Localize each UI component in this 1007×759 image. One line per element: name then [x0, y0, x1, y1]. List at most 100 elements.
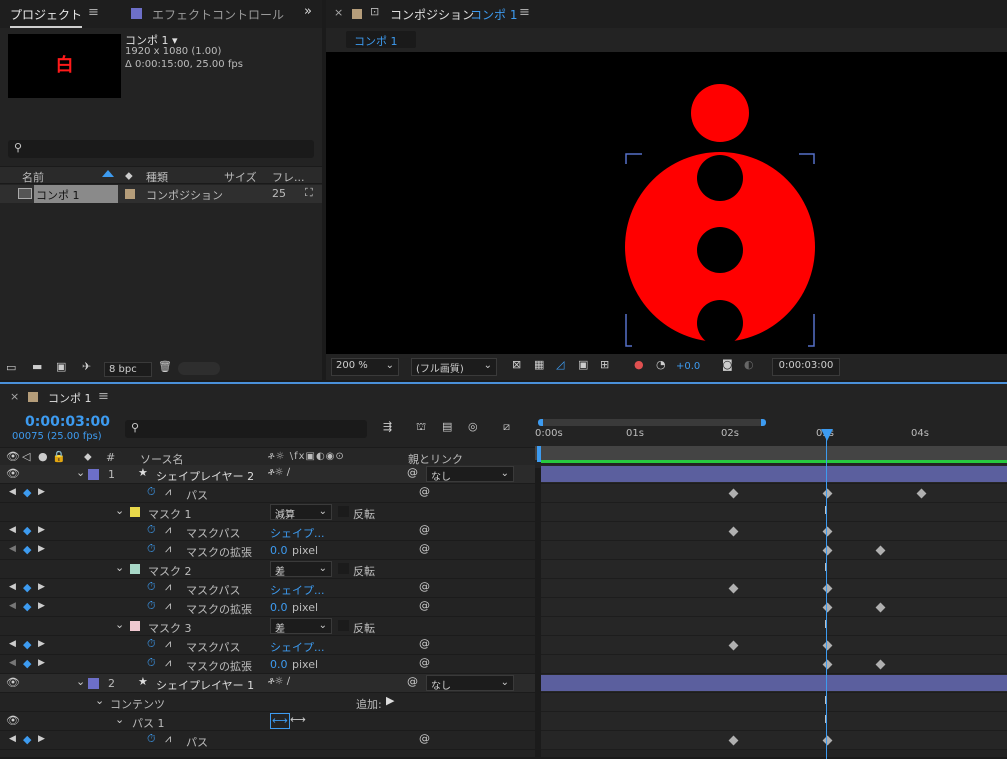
bpc-button[interactable]: 8 bpc: [104, 362, 152, 377]
collapse-chevron-icon[interactable]: ⌄: [115, 618, 124, 631]
mask-shape-value[interactable]: シェイプ...: [270, 639, 325, 655]
snapshot-icon[interactable]: ◙: [722, 358, 733, 371]
work-area-bar[interactable]: [538, 419, 766, 426]
maskpath3-row[interactable]: ◀ ◆ ▶ ⏱ ⩘ マスクパス シェイプ... @: [0, 636, 535, 655]
path1-group-row[interactable]: 👁 ⌄ パス 1 ⟷ ⟷: [0, 712, 535, 731]
comp-tab-title[interactable]: コンポジション: [390, 6, 474, 23]
keyframe-add-icon[interactable]: ◆: [23, 524, 31, 537]
keyframe-add-icon[interactable]: ◆: [23, 600, 31, 613]
region-of-interest-icon[interactable]: ▣: [578, 358, 588, 371]
layer-duration-bar-2[interactable]: [541, 675, 1007, 691]
prev-keyframe-icon[interactable]: ◀: [9, 544, 16, 554]
keyframe[interactable]: [728, 640, 739, 651]
keyframe[interactable]: [822, 526, 833, 537]
collapse-chevron-icon[interactable]: ⌄: [115, 504, 124, 517]
pickwhip-icon[interactable]: @: [407, 466, 418, 479]
graph-icon[interactable]: ⩘: [165, 732, 171, 746]
invert-checkbox[interactable]: [338, 620, 349, 631]
next-keyframe-icon[interactable]: ▶: [38, 544, 45, 554]
project-search-input[interactable]: ⚲: [8, 140, 314, 158]
graph-icon[interactable]: ⩘: [165, 542, 171, 556]
graph-icon[interactable]: ⩘: [165, 485, 171, 499]
prev-keyframe-icon[interactable]: ◀: [9, 639, 16, 649]
guides-icon[interactable]: ⊞: [600, 358, 609, 371]
collapse-chevron-icon[interactable]: ⌄: [76, 466, 85, 479]
frame-blending-icon[interactable]: ▤: [442, 420, 452, 433]
mask-mode-dropdown[interactable]: 減算 ⌄: [270, 504, 332, 521]
keyframe-add-icon[interactable]: ◆: [23, 638, 31, 651]
project-item-label-color[interactable]: [125, 189, 135, 199]
project-item-name[interactable]: コンポ 1: [34, 185, 118, 203]
timeline-tab[interactable]: コンポ 1: [48, 390, 92, 406]
layer-duration-bar-1[interactable]: [541, 466, 1007, 482]
graph-icon[interactable]: ⩘: [165, 637, 171, 651]
render-queue-icon[interactable]: ✈: [82, 360, 91, 373]
maskexp1-row[interactable]: ◀ ◆ ▶ ⏱ ⩘ マスクの拡張 0.0 pixel @: [0, 541, 535, 560]
pickwhip-icon[interactable]: @: [407, 675, 418, 688]
timeline-search-input[interactable]: ⚲: [125, 420, 367, 438]
thumbnail-slider[interactable]: [178, 362, 220, 375]
draft-3d-icon[interactable]: ⛫: [416, 420, 426, 435]
col-frame-header[interactable]: フレ...: [272, 169, 305, 185]
keyframe-add-icon[interactable]: ◆: [23, 581, 31, 594]
solo-switch-icon[interactable]: ●: [38, 450, 48, 463]
sort-ascending-icon[interactable]: [102, 170, 114, 177]
new-folder-icon[interactable]: ▬: [32, 360, 42, 373]
video-switch-icon[interactable]: 👁: [6, 450, 20, 463]
exposure-reset-icon[interactable]: ◔: [656, 358, 666, 371]
expression-pickwhip-icon[interactable]: @: [419, 656, 430, 669]
collapse-chevron-icon[interactable]: ⌄: [115, 713, 124, 726]
layer-name[interactable]: シェイプレイヤー 2: [156, 468, 254, 484]
mask-name[interactable]: マスク 1: [148, 506, 192, 522]
add-play-icon[interactable]: ▶: [386, 694, 394, 707]
visibility-eye-icon[interactable]: 👁: [6, 467, 20, 480]
mask-color-swatch[interactable]: [130, 507, 140, 517]
keyframe[interactable]: [875, 602, 886, 613]
expression-pickwhip-icon[interactable]: @: [419, 542, 430, 555]
layer-label-color[interactable]: [88, 469, 99, 480]
timeline-menu-icon[interactable]: ≡: [98, 389, 109, 404]
tab-project[interactable]: プロジェクト: [10, 6, 83, 28]
next-keyframe-icon[interactable]: ▶: [38, 601, 45, 611]
label-tag-icon[interactable]: ⬥: [125, 169, 133, 183]
expression-pickwhip-icon[interactable]: @: [419, 485, 430, 498]
mask2-row[interactable]: ⌄ マスク 2 差 ⌄ 反転: [0, 560, 535, 579]
contents-row[interactable]: ⌄ コンテンツ 追加: ▶: [0, 693, 535, 712]
stopwatch-icon[interactable]: ⏱: [147, 637, 156, 651]
new-comp-icon[interactable]: ▣: [56, 360, 66, 373]
next-keyframe-icon[interactable]: ▶: [38, 658, 45, 668]
visibility-eye-icon[interactable]: 👁: [6, 676, 20, 689]
layer-row-1[interactable]: 👁 ⌄ 1 ★ シェイプレイヤー 2 ቶ☼ ∕ @ なし ⌄: [0, 465, 535, 484]
graph-icon[interactable]: ⩘: [165, 599, 171, 613]
path-direction-icon[interactable]: ⟷: [270, 713, 290, 729]
next-keyframe-icon[interactable]: ▶: [38, 734, 45, 744]
stopwatch-icon[interactable]: ⏱: [147, 732, 156, 746]
stopwatch-icon[interactable]: ⏱: [147, 599, 156, 613]
layer-label-color[interactable]: [88, 678, 99, 689]
keyframe[interactable]: [728, 488, 739, 499]
mask-mode-dropdown[interactable]: 差 ⌄: [270, 618, 332, 635]
parent-dropdown[interactable]: なし ⌄: [426, 675, 514, 692]
collapse-chevron-icon[interactable]: ⌄: [76, 675, 85, 688]
keyframe-add-icon[interactable]: ◆: [23, 486, 31, 499]
graph-icon[interactable]: ⩘: [165, 523, 171, 537]
maskpath2-row[interactable]: ◀ ◆ ▶ ⏱ ⩘ マスクパス シェイプ... @: [0, 579, 535, 598]
comp-menu-icon[interactable]: ≡: [519, 5, 530, 20]
stopwatch-icon[interactable]: ⏱: [147, 542, 156, 556]
mask-shape-value[interactable]: シェイプ...: [270, 582, 325, 598]
mask-color-swatch[interactable]: [130, 564, 140, 574]
keyframe[interactable]: [728, 526, 739, 537]
project-menu-icon[interactable]: ≡: [88, 5, 99, 20]
label-header-icon[interactable]: ⬥: [84, 450, 92, 464]
keyframe-add-icon[interactable]: ◆: [23, 733, 31, 746]
trash-icon[interactable]: 🗑: [158, 360, 172, 373]
audio-switch-icon[interactable]: ◁: [22, 450, 30, 463]
next-keyframe-icon[interactable]: ▶: [38, 525, 45, 535]
path-row[interactable]: ◀ ◆ ▶ ⏱ ⩘ パス @: [0, 484, 535, 503]
channel-icon[interactable]: ●: [634, 358, 644, 371]
exposure-value[interactable]: +0.0: [676, 361, 700, 372]
keyframe[interactable]: [916, 488, 927, 499]
quality-dropdown[interactable]: (フル画質) ⌄: [411, 358, 497, 376]
keyframe[interactable]: [822, 583, 833, 594]
lock-icon[interactable]: ⊡: [370, 5, 379, 18]
